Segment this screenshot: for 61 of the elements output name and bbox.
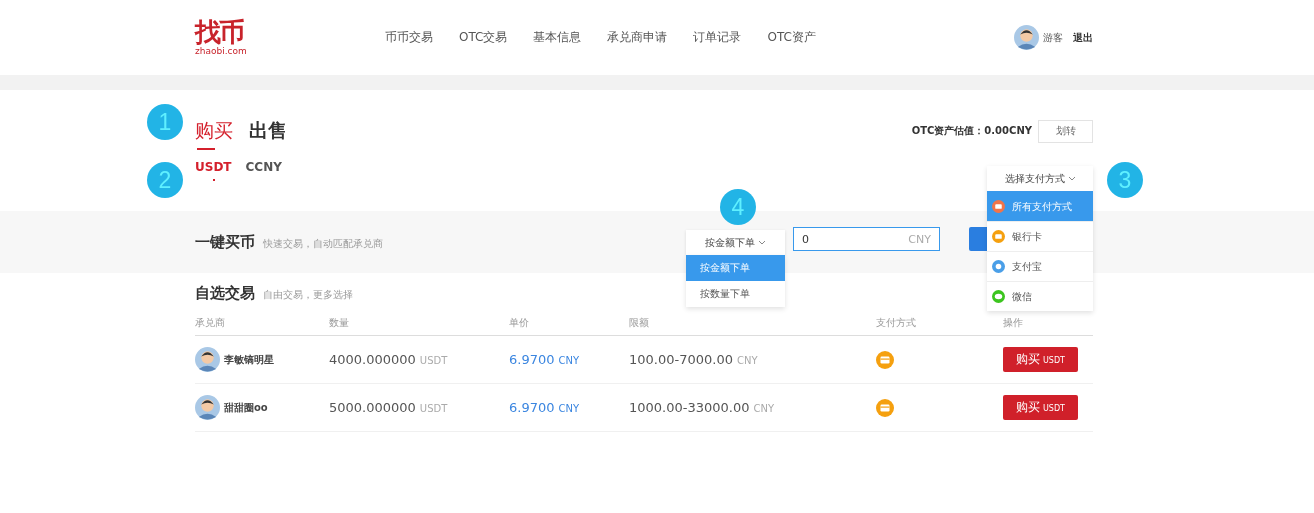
nav-link[interactable]: 基本信息 [533,29,582,46]
quantity: 5000.000000 [329,400,416,415]
coin-tab[interactable]: USDT [195,160,232,181]
quantity: 4000.000000 [329,352,416,367]
nav-link[interactable]: 币币交易 [385,29,433,46]
section-title: 一键买币 [195,232,255,252]
nav-link[interactable]: 承兑商申请 [607,29,668,46]
menu-item[interactable]: 支付宝 [987,251,1093,281]
logo[interactable]: 找币 zhaobi.com [195,18,385,57]
callout-marker: 2 [147,162,183,198]
column-header: 单价 [509,316,530,330]
logout-link[interactable]: 退出 [1073,30,1093,45]
nav-link[interactable]: 订单记录 [693,29,742,46]
limit-range: 1000.00-33000.00 [629,400,750,415]
unit-label: CNY [558,403,580,414]
section-subtitle: 快速交易，自动匹配承兑商 [263,236,383,251]
merchant-name: 甜甜圈oo [224,400,268,415]
nav-link[interactable]: OTC资产 [767,29,816,46]
callout-marker: 4 [720,189,756,225]
trade-tab[interactable]: 出售 [249,118,287,150]
avatar-icon [195,395,220,420]
unit-label: CNY [753,403,775,414]
menu-item[interactable]: 按数量下单 [686,281,785,307]
coin-tab[interactable]: CCNY [245,160,282,181]
amount-input[interactable]: 0 CNY [793,227,940,251]
avatar-icon [195,347,220,372]
user-name: 游客 [1043,30,1063,45]
card-icon [876,350,894,369]
avatar-icon [1014,25,1039,50]
unit-label: USDT [419,355,448,366]
unit-label: CNY [558,355,580,366]
trade-tab[interactable]: 购买 [195,118,233,150]
column-header: 承兑商 [195,316,226,330]
unit-label: USDT [419,403,448,414]
caret-icon [1067,176,1076,181]
menu-item[interactable]: 微信 [987,281,1093,311]
unit-label: CNY [736,355,758,366]
column-header: 支付方式 [876,316,917,330]
unit-price: 6.9700 [509,400,555,415]
payment-method-dropdown[interactable]: 选择支付方式 [987,166,1093,191]
column-header: 操作 [1003,316,1024,330]
section-subtitle: 自由交易，更多选择 [263,288,353,302]
card-icon [992,200,1005,213]
card-icon [876,398,894,417]
callout-marker: 3 [1107,162,1143,198]
section-title: 自选交易 [195,284,255,303]
nav-link[interactable]: OTC交易 [459,29,508,46]
column-header: 数量 [329,316,350,330]
caret-icon [758,240,766,245]
order-mode-dropdown[interactable]: 按金额下单 [686,230,785,255]
menu-item[interactable]: 银行卡 [987,221,1093,251]
transfer-button[interactable]: 划转 [1038,119,1093,143]
buy-button[interactable]: 购买 USDT [1003,395,1078,420]
column-header: 限额 [629,316,650,330]
buy-button[interactable]: 购买 USDT [1003,347,1078,372]
unit-price: 6.9700 [509,352,555,367]
asset-value: OTC资产估值：0.00CNY [911,124,1032,138]
merchant-name: 李敏镐明星 [224,352,274,367]
callout-marker: 1 [147,104,183,140]
card-icon [992,230,1005,243]
limit-range: 100.00-7000.00 [629,352,733,367]
